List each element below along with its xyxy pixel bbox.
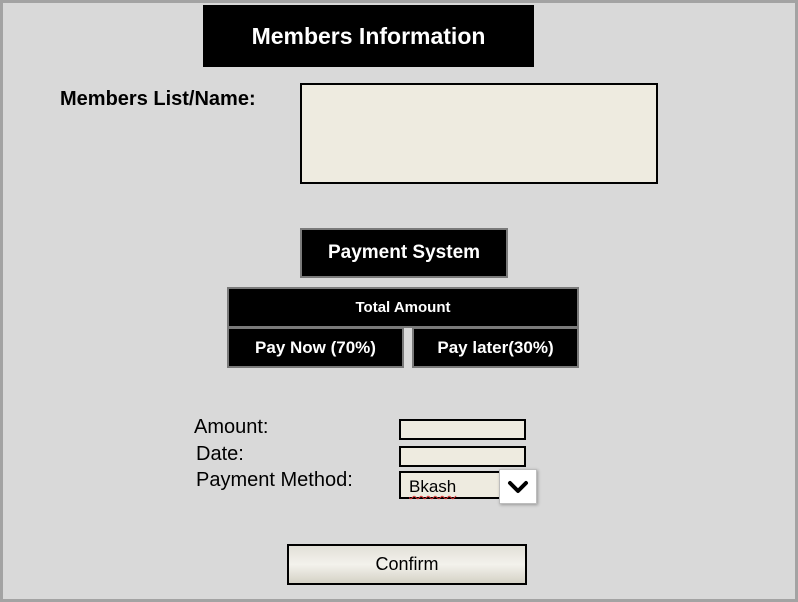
chevron-down-icon xyxy=(508,480,528,493)
page-title: Members Information xyxy=(203,5,534,67)
date-field[interactable] xyxy=(399,446,526,467)
date-label: Date: xyxy=(196,443,244,465)
amount-label: Amount: xyxy=(194,416,269,438)
pay-later-button[interactable]: Pay later(30%) xyxy=(412,327,579,368)
members-list-box[interactable] xyxy=(300,83,658,184)
payment-system-heading: Payment System xyxy=(300,228,508,278)
payment-method-value: Bkash xyxy=(409,477,457,496)
payment-method-dropdown-button[interactable] xyxy=(499,469,537,504)
confirm-button[interactable]: Confirm xyxy=(287,544,527,585)
members-list-label: Members List/Name: xyxy=(60,88,256,110)
pay-now-button[interactable]: Pay Now (70%) xyxy=(227,327,404,368)
page-title-text: Members Information xyxy=(251,22,486,49)
payment-method-select[interactable]: Bkash xyxy=(399,471,501,499)
payment-method-label: Payment Method: xyxy=(196,469,353,491)
amount-field[interactable] xyxy=(399,419,526,440)
total-amount-header: Total Amount xyxy=(227,287,579,328)
